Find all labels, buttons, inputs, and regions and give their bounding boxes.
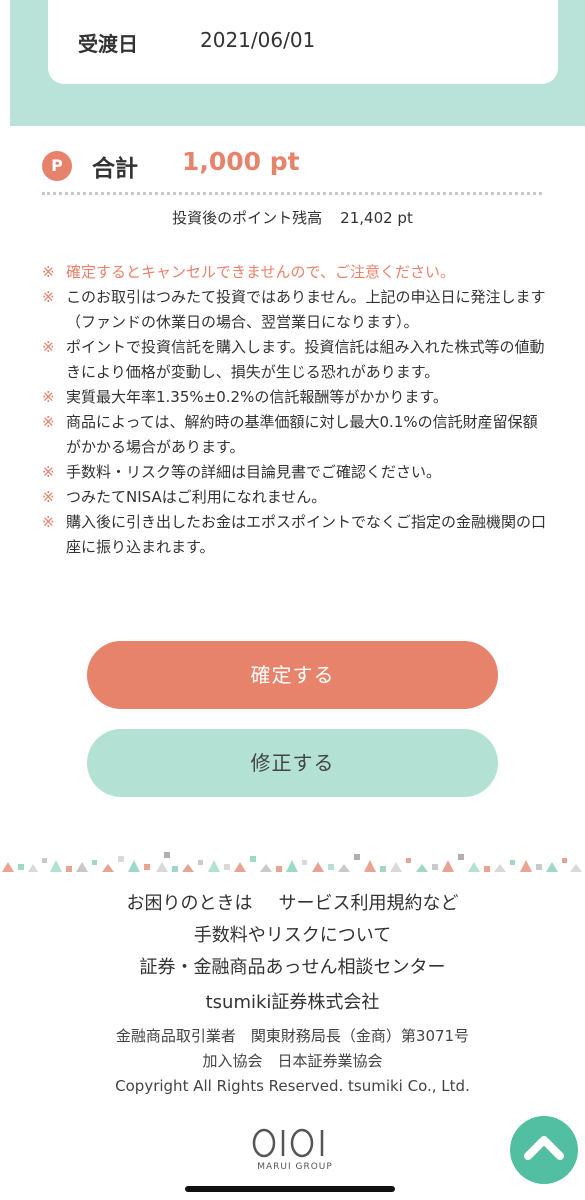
logo-group-text: MARUI GROUP bbox=[257, 1162, 333, 1172]
confirm-button[interactable]: 確定する bbox=[87, 641, 498, 709]
note-item: ※ 実質最大年率1.35%±0.2%の信託報酬等がかかります。 bbox=[42, 385, 552, 410]
note-item: ※ 購入後に引き出したお金はエポスポイントでなくご指定の金融機関の口座に振り込まれ… bbox=[42, 510, 552, 560]
pattern-shapes bbox=[2, 852, 582, 872]
chevron-up-icon bbox=[524, 1136, 564, 1160]
note-text: つみたてNISAはご利用になれません。 bbox=[66, 488, 327, 506]
home-indicator bbox=[185, 1186, 395, 1192]
note-item: ※ このお取引はつみたて投資ではありません。上記の申込日に発注します（ファンドの休… bbox=[42, 285, 552, 335]
footer-row: 証券・金融商品あっせん相談センター bbox=[0, 952, 585, 984]
note-text: 商品によっては、解約時の基準価額に対し最大0.1%の信託財産留保額がかかる場合が… bbox=[66, 413, 538, 456]
footer-row: お困りのときは サービス利用規約など bbox=[0, 888, 585, 920]
note-text: 確定するとキャンセルできませんので、ご注意ください。 bbox=[66, 263, 455, 281]
registration-text: 金融商品取引業者 関東財務局長（金商）第3071号 bbox=[115, 1027, 470, 1045]
help-link[interactable]: お困りのときは bbox=[127, 893, 253, 914]
note-item: ※ つみたてNISAはご利用になれません。 bbox=[42, 485, 552, 510]
copyright-text: Copyright All Rights Reserved. tsumiki C… bbox=[115, 1077, 470, 1095]
note-mark: ※ bbox=[42, 413, 55, 431]
note-mark: ※ bbox=[42, 463, 55, 481]
total-row: P 合計 1,000 pt bbox=[42, 146, 552, 186]
note-text: 実質最大年率1.35%±0.2%の信託報酬等がかかります。 bbox=[66, 388, 448, 406]
note-text: このお取引はつみたて投資ではありません。上記の申込日に発注します（ファンドの休業… bbox=[66, 288, 546, 331]
note-item: ※ 手数料・リスク等の詳細は目論見書でご確認ください。 bbox=[42, 460, 552, 485]
detail-section-background: 受渡日 2021/06/01 bbox=[10, 0, 585, 126]
footer-row: 手数料やリスクについて bbox=[0, 920, 585, 952]
legal-info: 金融商品取引業者 関東財務局長（金商）第3071号 加入協会 日本証券業協会 C… bbox=[0, 1024, 585, 1099]
association-text: 加入協会 日本証券業協会 bbox=[202, 1052, 383, 1070]
note-item: ※ ポイントで投資信託を購入します。投資信託は組み入れた株式等の値動きにより価格が… bbox=[42, 335, 552, 385]
note-mark: ※ bbox=[42, 288, 55, 306]
balance-after-investment: 投資後のポイント残高 21,402 pt bbox=[0, 207, 585, 228]
mediation-center-link[interactable]: 証券・金融商品あっせん相談センター bbox=[140, 957, 446, 978]
delivery-date-label: 受渡日 bbox=[78, 32, 138, 56]
note-text: 手数料・リスク等の詳細は目論見書でご確認ください。 bbox=[66, 463, 442, 481]
note-mark: ※ bbox=[42, 388, 55, 406]
detail-card: 受渡日 2021/06/01 bbox=[48, 0, 558, 84]
balance-value: 21,402 pt bbox=[340, 209, 413, 227]
total-label: 合計 bbox=[92, 156, 138, 182]
note-mark: ※ bbox=[42, 263, 55, 281]
decorative-pattern bbox=[2, 852, 582, 872]
note-mark: ※ bbox=[42, 488, 55, 506]
scroll-to-top-button[interactable] bbox=[510, 1116, 578, 1184]
total-value: 1,000 pt bbox=[182, 147, 300, 176]
note-mark: ※ bbox=[42, 338, 55, 356]
points-badge-icon: P bbox=[42, 151, 72, 181]
note-item: ※ 商品によっては、解約時の基準価額に対し最大0.1%の信託財産留保額がかかる場合… bbox=[42, 410, 552, 460]
note-item: ※ 確定するとキャンセルできませんので、ご注意ください。 bbox=[42, 260, 552, 285]
terms-link[interactable]: サービス利用規約など bbox=[279, 893, 459, 914]
balance-label: 投資後のポイント残高 bbox=[172, 209, 323, 227]
dotted-divider bbox=[42, 192, 542, 195]
fees-risks-link[interactable]: 手数料やリスクについて bbox=[194, 925, 391, 946]
footer-links: お困りのときは サービス利用規約など 手数料やリスクについて 証券・金融商品あっせ… bbox=[0, 888, 585, 984]
notes-list: ※ 確定するとキャンセルできませんので、ご注意ください。 ※ このお取引はつみたて投… bbox=[42, 260, 552, 560]
note-text: ポイントで投資信託を購入します。投資信託は組み入れた株式等の値動きにより価格が変… bbox=[66, 338, 545, 381]
company-name: tsumiki証券株式会社 bbox=[205, 992, 380, 1013]
edit-button[interactable]: 修正する bbox=[87, 729, 498, 797]
delivery-date-value: 2021/06/01 bbox=[200, 28, 316, 52]
note-text: 購入後に引き出したお金はエポスポイントでなくご指定の金融機関の口座に振り込まれま… bbox=[66, 513, 547, 556]
note-mark: ※ bbox=[42, 513, 55, 531]
